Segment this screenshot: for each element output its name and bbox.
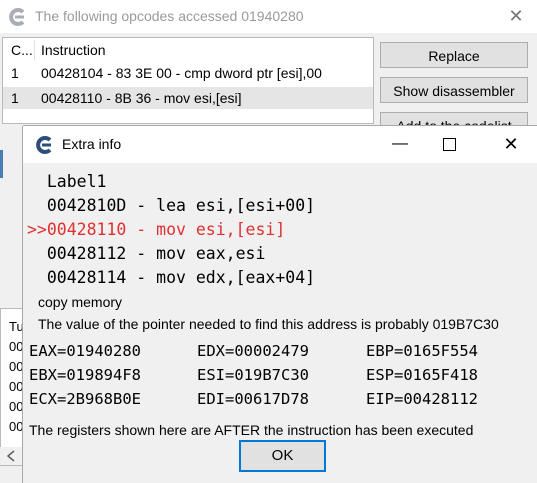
minimize-icon[interactable]: — (385, 130, 415, 158)
window-edge (0, 150, 3, 178)
row-instruction: 00428104 - 83 3E 00 - cmp dword ptr [esi… (41, 65, 322, 81)
register-esp: ESP=0165F418 (366, 366, 478, 384)
register-note: The registers shown here are AFTER the i… (29, 422, 474, 438)
opcodes-window-title: The following opcodes accessed 01940280 (35, 8, 304, 24)
row-count: 1 (11, 65, 19, 81)
pointer-note: The value of the pointer needed to find … (38, 316, 499, 332)
copy-memory-link[interactable]: copy memory (38, 294, 122, 310)
opcodes-window-titlebar: The following opcodes accessed 01940280 … (0, 0, 537, 33)
register-ecx: ECX=2B968B0E (29, 390, 141, 408)
scroll-left-icon[interactable] (0, 447, 24, 465)
opcode-list[interactable]: C... Instruction 1 00428104 - 83 3E 00 -… (2, 37, 374, 124)
column-divider[interactable] (34, 40, 35, 60)
info-pane-text: 00 (9, 339, 24, 354)
info-pane-text: 00 (9, 399, 24, 414)
cheat-engine-icon (9, 8, 25, 26)
info-pane-text: 00 (9, 419, 24, 434)
info-pane-text: 00 (9, 379, 24, 394)
list-item[interactable]: 1 00428110 - 8B 36 - mov esi,[esi] (3, 87, 373, 109)
list-item[interactable]: 1 00428104 - 83 3E 00 - cmp dword ptr [e… (3, 62, 373, 84)
row-count: 1 (11, 90, 19, 106)
register-esi: ESI=019B7C30 (197, 366, 309, 384)
cheat-engine-icon (36, 136, 52, 154)
list-header: C... Instruction (3, 38, 373, 62)
info-pane-text: Tu (9, 319, 24, 334)
code-line: 00428112 - mov eax,esi (27, 244, 266, 263)
register-eip: EIP=00428112 (366, 390, 478, 408)
show-disassembler-button[interactable]: Show disassembler (380, 77, 528, 103)
code-line: 0042810D - lea esi,[esi+00] (27, 196, 316, 215)
column-header-instruction[interactable]: Instruction (41, 42, 106, 58)
extra-info-dialog: Extra info — ✕ Label1 0042810D - lea esi… (23, 126, 537, 483)
close-icon[interactable]: ✕ (496, 130, 526, 158)
replace-button[interactable]: Replace (380, 42, 528, 68)
info-pane-text: 00 (9, 359, 24, 374)
register-edx: EDX=00002479 (197, 342, 309, 360)
info-pane[interactable]: Tu 00 00 00 00 00 (0, 308, 24, 466)
register-edi: EDI=00617D78 (197, 390, 309, 408)
close-icon[interactable]: ✕ (505, 4, 527, 28)
column-header-count[interactable]: C... (11, 42, 33, 58)
extra-info-titlebar: Extra info — ✕ (23, 126, 537, 163)
register-ebx: EBX=019894F8 (29, 366, 141, 384)
row-instruction: 00428110 - 8B 36 - mov esi,[esi] (41, 90, 242, 106)
maximize-icon[interactable] (443, 138, 456, 151)
register-ebp: EBP=0165F554 (366, 342, 478, 360)
code-line: Label1 (27, 172, 107, 191)
code-line: 00428114 - mov edx,[eax+04] (27, 268, 316, 287)
code-line-current: >>00428110 - mov esi,[esi] (27, 220, 286, 239)
ok-button[interactable]: OK (239, 440, 326, 472)
register-eax: EAX=01940280 (29, 342, 141, 360)
extra-info-title: Extra info (62, 136, 122, 152)
